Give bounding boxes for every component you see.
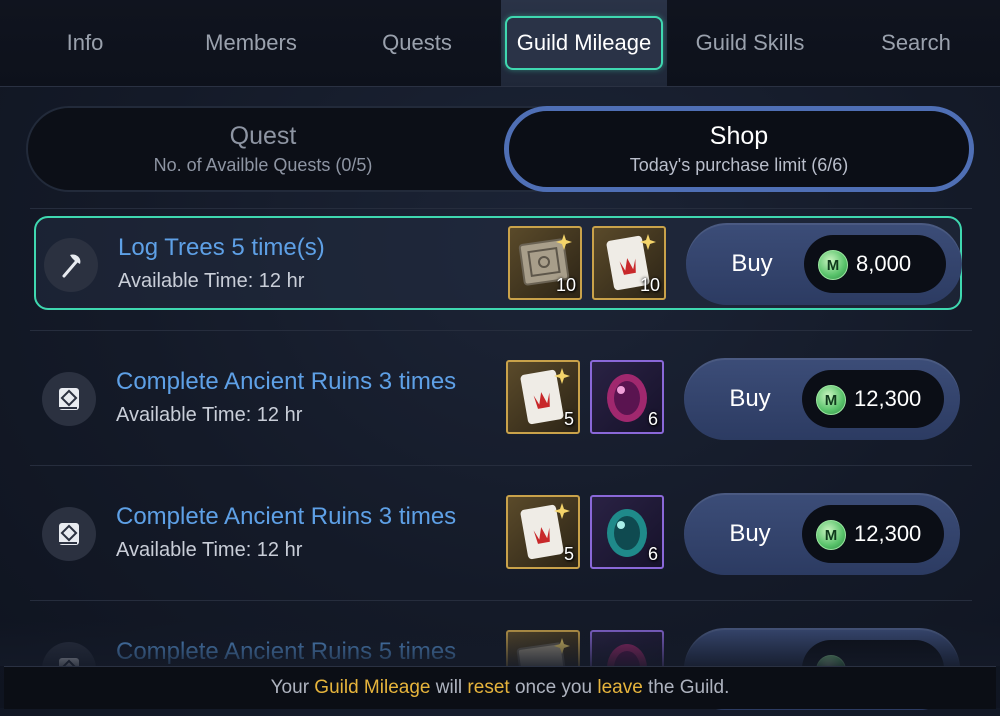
buy-label: Buy [729,385,771,412]
tab-label: Quests [382,30,452,55]
mileage-coin-icon: M [816,385,846,415]
footer-highlight-leave: leave [597,677,643,698]
available-time: Available Time: 12 hr [116,404,303,426]
price-pill: M 12,300 [802,370,944,428]
segment-shop[interactable]: Shop Today's purchase limit (6/6) [504,106,974,192]
divider [30,208,972,209]
divider [30,600,972,601]
ruins-scroll-icon [42,507,96,561]
quest-title: Complete Ancient Ruins 3 times [116,503,457,530]
shop-row[interactable]: Complete Ancient Ruins 3 times Available… [34,487,962,581]
shop-row[interactable]: Log Trees 5 time(s) Available Time: 12 h… [34,216,962,310]
teal-orb-icon[interactable]: 6 [590,495,664,569]
footer-highlight-guild-mileage: Guild Mileage [314,677,431,698]
item-count: 5 [563,409,574,429]
footer-text: once you [509,677,598,698]
footer-highlight-reset: reset [467,677,510,698]
footer-text: Your [270,677,315,698]
ruins-scroll-icon [42,372,96,426]
quest-shop-toggle: Quest No. of Availble Quests (0/5) Shop … [26,106,974,192]
segment-quest[interactable]: Quest No. of Availble Quests (0/5) [28,108,498,190]
tab-guild-skills[interactable]: Guild Skills [667,0,833,86]
tab-label: Guild Mileage [504,16,664,70]
axe-icon [44,238,98,292]
tab-label: Info [66,30,104,55]
available-time: Available Time: 12 hr [116,539,303,561]
item-count: 6 [647,544,658,564]
quest-title: Complete Ancient Ruins 5 times [116,638,457,665]
item-count: 6 [647,409,658,429]
buy-button[interactable]: Buy M 8,000 [686,223,962,305]
segment-shop-subtitle: Today's purchase limit (6/6) [629,155,849,175]
quest-title: Complete Ancient Ruins 3 times [116,368,457,395]
purple-orb-icon[interactable]: 6 [590,360,664,434]
tab-label: Guild Skills [695,30,805,55]
tab-search[interactable]: Search [833,0,999,86]
tab-members[interactable]: Members [168,0,334,86]
price: 12,300 [854,521,922,546]
buy-button[interactable]: Buy M 12,300 [684,358,960,440]
red-scroll-icon[interactable]: 10 [592,226,666,300]
buy-label: Buy [729,520,771,547]
item-count: 10 [639,275,660,295]
segment-quest-title: Quest [229,122,297,150]
price-pill: M 8,000 [804,235,946,293]
red-scroll-icon[interactable]: 5 [506,360,580,434]
mileage-coin-icon: M [816,520,846,550]
price-pill: M 12,300 [802,505,944,563]
tab-label: Members [205,30,297,55]
footer-text: will [430,677,468,698]
segment-quest-subtitle: No. of Availble Quests (0/5) [153,155,373,175]
item-count: 5 [563,544,574,564]
tab-bar: Info Members Quests Guild Mileage Guild … [0,0,1000,87]
tab-guild-mileage[interactable]: Guild Mileage [501,0,667,86]
shop-row[interactable]: Complete Ancient Ruins 3 times Available… [34,352,962,446]
tab-info[interactable]: Info [2,0,168,86]
price: 12,300 [854,386,922,411]
tab-label: Search [881,30,951,55]
segment-shop-title: Shop [709,122,769,150]
item-count: 10 [555,275,576,295]
footer-text: the Guild. [642,677,730,698]
stone-tablet-icon[interactable]: 10 [508,226,582,300]
available-time: Available Time: 12 hr [118,270,305,292]
footer-notice: Your Guild Mileage will reset once you l… [4,666,996,709]
buy-label: Buy [731,250,773,277]
quest-title: Log Trees 5 time(s) [118,234,325,261]
tab-quests[interactable]: Quests [334,0,500,86]
price: 8,000 [856,251,912,276]
red-scroll-icon[interactable]: 5 [506,495,580,569]
mileage-coin-icon: M [818,250,848,280]
divider [30,465,972,466]
divider [30,330,972,331]
buy-button[interactable]: Buy M 12,300 [684,493,960,575]
